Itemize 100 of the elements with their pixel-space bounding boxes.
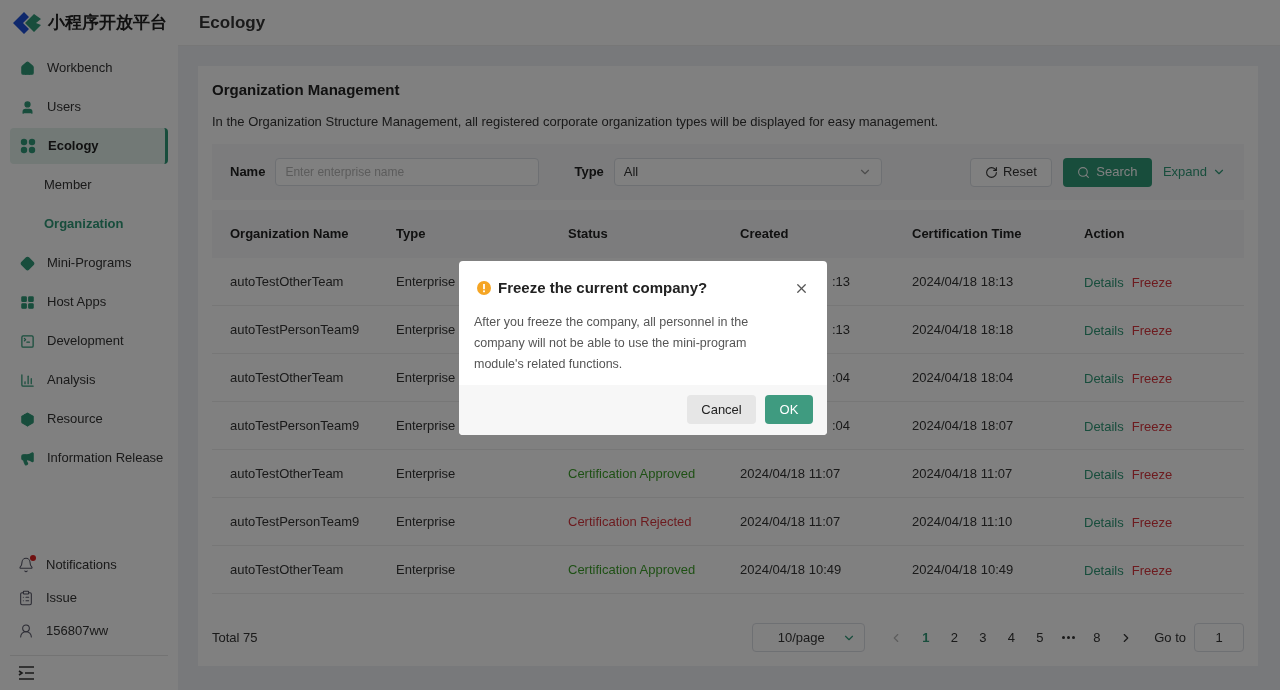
page-title: Ecology bbox=[199, 11, 266, 34]
sidebar-link[interactable]: Notifications bbox=[0, 548, 178, 581]
details-link[interactable]: Details bbox=[1084, 561, 1124, 581]
house-icon bbox=[20, 60, 35, 76]
bell-icon bbox=[18, 556, 34, 573]
terminal-icon bbox=[20, 333, 35, 349]
table-cell: autoTestOtherTeam bbox=[230, 561, 344, 577]
box-icon bbox=[20, 411, 35, 427]
table-cell: Enterprise bbox=[396, 369, 456, 385]
sidebar-link[interactable]: 156807ww bbox=[0, 614, 178, 647]
megaphone-icon bbox=[20, 450, 35, 466]
details-link[interactable]: Details bbox=[1084, 273, 1124, 293]
grid-icon bbox=[20, 294, 35, 310]
column-header: Certification Time bbox=[912, 226, 1022, 242]
cancel-button[interactable]: Cancel bbox=[687, 395, 756, 424]
table-cell-text: :04 bbox=[831, 368, 850, 387]
table-cell: autoTestOtherTeam bbox=[230, 465, 344, 481]
freeze-link[interactable]: Freeze bbox=[1131, 273, 1173, 293]
column-header: Type bbox=[396, 226, 426, 242]
freeze-link[interactable]: Freeze bbox=[1131, 513, 1173, 533]
panel-title: Organization Management bbox=[212, 80, 401, 100]
table-cell-text: :04 bbox=[831, 416, 850, 435]
page-size-select[interactable]: 10/page bbox=[751, 623, 865, 652]
sidebar-item[interactable]: Host Apps bbox=[10, 284, 168, 320]
details-link[interactable]: Details bbox=[1084, 321, 1124, 341]
table-cell: Enterprise bbox=[396, 561, 456, 577]
table-cell: 2024/04/18 11:10 bbox=[912, 513, 1013, 529]
column-header: Created bbox=[740, 226, 789, 242]
table-cell: 2024/04/18 11:07 bbox=[740, 465, 841, 481]
sidebar-item[interactable]: Mini-Programs bbox=[10, 245, 168, 281]
table-cell-text: :13 bbox=[831, 272, 850, 291]
sidebar-link[interactable]: Issue bbox=[0, 581, 178, 614]
goto-label: Go to bbox=[1154, 628, 1186, 647]
sidebar-item[interactable]: Information Release bbox=[10, 440, 168, 476]
logo-icon bbox=[12, 11, 42, 35]
freeze-link[interactable]: Freeze bbox=[1131, 465, 1173, 485]
page-number[interactable]: 3 bbox=[968, 627, 998, 648]
goto-input[interactable]: 1 bbox=[1194, 623, 1244, 652]
sidebar-item[interactable]: Ecology bbox=[10, 128, 168, 164]
table-cell: Enterprise bbox=[396, 513, 456, 529]
page-number[interactable]: 5 bbox=[1025, 627, 1055, 648]
table-cell: 2024/04/18 18:04 bbox=[912, 369, 1014, 385]
sidebar-item[interactable]: Users bbox=[10, 89, 168, 125]
table-cell: 2024/04/18 18:13 bbox=[912, 273, 1014, 289]
collapse-menu-icon[interactable] bbox=[18, 666, 35, 680]
table-cell: Enterprise bbox=[396, 417, 456, 433]
field-label: Type bbox=[574, 163, 604, 182]
table-cell: autoTestPersonTeam9 bbox=[230, 417, 360, 433]
freeze-link[interactable]: Freeze bbox=[1131, 417, 1173, 437]
status-text: Certification Approved bbox=[568, 561, 696, 577]
table-cell: Enterprise bbox=[396, 465, 456, 481]
total-count: Total 75 bbox=[212, 628, 258, 647]
search-icon bbox=[1077, 165, 1091, 179]
details-link[interactable]: Details bbox=[1084, 369, 1124, 389]
ok-button[interactable]: OK bbox=[765, 395, 813, 424]
table-cell: 2024/04/18 18:18 bbox=[912, 321, 1014, 337]
table-cell: Enterprise bbox=[396, 273, 456, 289]
sidebar-item[interactable]: Resource bbox=[10, 401, 168, 437]
table-cell: 2024/04/18 10:49 bbox=[912, 561, 1014, 577]
table-cell: 2024/04/18 11:07 bbox=[740, 513, 841, 529]
page-number[interactable]: 1 bbox=[911, 627, 941, 648]
table-cell: 2024/04/18 18:07 bbox=[912, 417, 1014, 433]
bar-chart-icon bbox=[20, 372, 35, 388]
freeze-link[interactable]: Freeze bbox=[1131, 369, 1173, 389]
table-cell: 2024/04/18 11:07 bbox=[912, 465, 1013, 481]
table-cell: autoTestPersonTeam9 bbox=[230, 513, 360, 529]
freeze-link[interactable]: Freeze bbox=[1131, 321, 1173, 341]
sidebar-item[interactable]: Workbench bbox=[10, 50, 168, 86]
search-button[interactable]: Search bbox=[1062, 157, 1152, 187]
page-number[interactable]: 4 bbox=[997, 627, 1026, 648]
field-label: Name bbox=[230, 163, 266, 182]
dialog-title: Freeze the current company? bbox=[498, 278, 708, 298]
refresh-icon bbox=[984, 165, 998, 179]
status-text: Certification Rejected bbox=[568, 513, 692, 529]
submenu-item[interactable]: Member bbox=[10, 167, 168, 203]
column-header: Action bbox=[1084, 226, 1125, 242]
page-number[interactable]: 8 bbox=[1082, 627, 1112, 648]
expand-link[interactable]: Expand bbox=[1162, 162, 1226, 182]
details-link[interactable]: Details bbox=[1084, 513, 1124, 533]
submenu-item[interactable]: Organization bbox=[10, 206, 168, 242]
details-link[interactable]: Details bbox=[1084, 465, 1124, 485]
dialog-message: After you freeze the company, all personnel in the company will not be able to use the mini-program module's related functions. bbox=[473, 313, 750, 373]
ellipsis-icon bbox=[1061, 636, 1075, 639]
details-link[interactable]: Details bbox=[1084, 417, 1124, 437]
warning-icon bbox=[477, 281, 491, 296]
clipboard-icon bbox=[18, 589, 34, 606]
table-cell: autoTestOtherTeam bbox=[230, 369, 344, 385]
page-number[interactable]: 2 bbox=[940, 627, 969, 648]
sidebar-item[interactable]: Development bbox=[10, 323, 168, 359]
table-cell: 2024/04/18 10:49 bbox=[740, 561, 842, 577]
column-header: Organization Name bbox=[230, 226, 349, 242]
sidebar-item[interactable]: Analysis bbox=[10, 362, 168, 398]
freeze-link[interactable]: Freeze bbox=[1131, 561, 1173, 581]
type-select[interactable]: All bbox=[613, 158, 882, 186]
status-text: Certification Approved bbox=[568, 465, 696, 481]
user-icon bbox=[18, 622, 34, 639]
reset-button[interactable]: Reset bbox=[969, 157, 1052, 187]
panel-description: In the Organization Structure Management, all registered corporate organization types will be displayed for easy management. bbox=[212, 112, 940, 131]
diamond-icon bbox=[20, 255, 35, 271]
table-cell-text: :13 bbox=[831, 320, 850, 339]
